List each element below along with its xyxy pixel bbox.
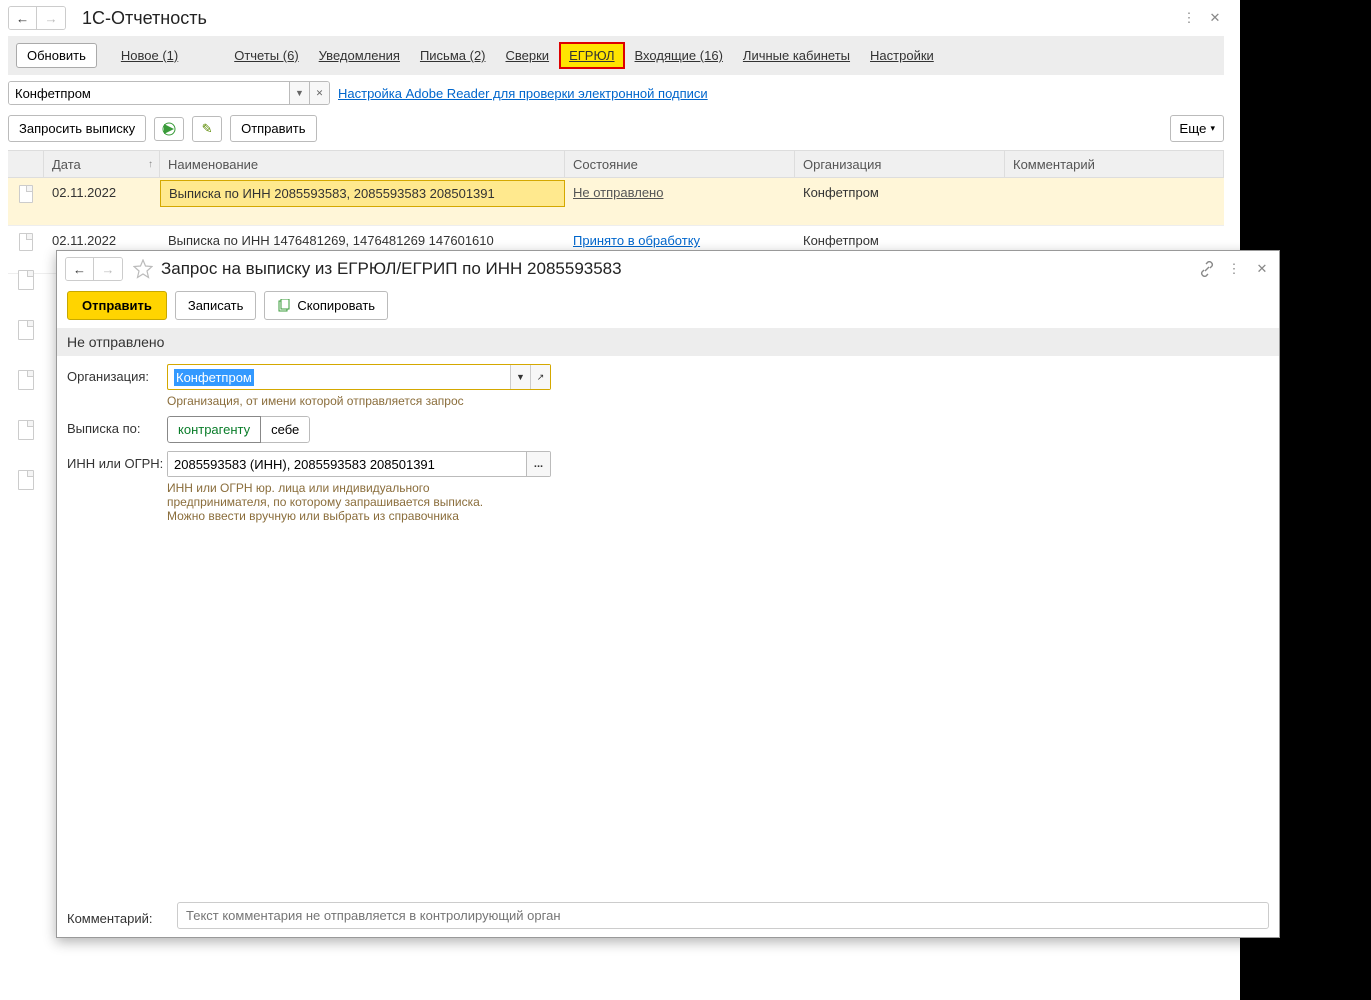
status-bar: Не отправлено bbox=[57, 328, 1279, 356]
document-icon bbox=[18, 420, 34, 440]
org-label: Организация: bbox=[67, 364, 167, 384]
by-label: Выписка по: bbox=[67, 416, 167, 436]
chevron-down-icon: ▾ bbox=[1210, 123, 1215, 134]
comment-label: Комментарий: bbox=[67, 906, 167, 926]
by-contractor-button[interactable]: контрагенту bbox=[167, 416, 261, 443]
state-link[interactable]: Принято в обработку bbox=[573, 233, 700, 248]
popup-close-icon[interactable]: ✕ bbox=[1253, 260, 1271, 278]
popup-back-button[interactable]: ← bbox=[66, 258, 94, 280]
request-popup: ← → Запрос на выписку из ЕГРЮЛ/ЕГРИП по … bbox=[56, 250, 1280, 938]
col-comment[interactable]: Комментарий bbox=[1005, 151, 1224, 177]
tab-incoming[interactable]: Входящие (16) bbox=[625, 48, 733, 63]
document-icon bbox=[18, 270, 34, 290]
tab-settings[interactable]: Настройки bbox=[860, 48, 944, 63]
table-row[interactable]: 02.11.2022 Выписка по ИНН 2085593583, 20… bbox=[8, 178, 1224, 226]
org-hint: Организация, от имени которой отправляет… bbox=[167, 394, 551, 408]
col-name[interactable]: Наименование bbox=[160, 151, 565, 177]
inn-input[interactable] bbox=[168, 452, 526, 476]
document-icon bbox=[18, 320, 34, 340]
refresh-icon-button[interactable] bbox=[154, 117, 184, 141]
popup-forward-button[interactable]: → bbox=[94, 258, 122, 280]
org-combo[interactable]: Конфетпром ▼ ↗ bbox=[167, 364, 551, 390]
org-filter-dropdown[interactable]: ▼ bbox=[289, 82, 309, 104]
extract-by-toggle: контрагенту себе bbox=[167, 416, 310, 443]
close-icon[interactable]: ✕ bbox=[1206, 9, 1224, 27]
inn-select-button[interactable]: ... bbox=[526, 452, 550, 476]
col-state[interactable]: Состояние bbox=[565, 151, 795, 177]
org-open-button[interactable]: ↗ bbox=[530, 365, 550, 389]
popup-save-button[interactable]: Записать bbox=[175, 291, 257, 320]
popup-nav: ← → bbox=[65, 257, 123, 281]
org-filter-clear[interactable]: ✕ bbox=[309, 82, 329, 104]
tab-letters[interactable]: Письма (2) bbox=[410, 48, 496, 63]
state-link[interactable]: Не отправлено bbox=[573, 185, 663, 200]
refresh-icon bbox=[162, 122, 176, 136]
star-icon[interactable] bbox=[133, 259, 153, 279]
popup-copy-button[interactable]: Скопировать bbox=[264, 291, 388, 320]
tab-cabinets[interactable]: Личные кабинеты bbox=[733, 48, 860, 63]
popup-send-button[interactable]: Отправить bbox=[67, 291, 167, 320]
forward-button[interactable]: → bbox=[37, 7, 65, 29]
col-org[interactable]: Организация bbox=[795, 151, 1005, 177]
document-icon bbox=[19, 185, 33, 203]
org-filter-combo[interactable]: ▼ ✕ bbox=[8, 81, 330, 105]
tab-notifications[interactable]: Уведомления bbox=[309, 48, 410, 63]
tab-egrul[interactable]: ЕГРЮЛ bbox=[559, 42, 624, 69]
popup-title: Запрос на выписку из ЕГРЮЛ/ЕГРИП по ИНН … bbox=[161, 259, 622, 279]
copy-icon bbox=[277, 299, 291, 313]
inn-combo[interactable]: ... bbox=[167, 451, 551, 477]
table-header: Дата↑ Наименование Состояние Организация… bbox=[8, 150, 1224, 178]
adobe-reader-link[interactable]: Настройка Adobe Reader для проверки элек… bbox=[338, 86, 708, 101]
tab-new[interactable]: Новое (1) bbox=[111, 48, 188, 63]
by-self-button[interactable]: себе bbox=[261, 416, 310, 443]
popup-more-icon[interactable]: ⋮ bbox=[1225, 260, 1243, 278]
more-icon[interactable]: ⋮ bbox=[1180, 9, 1198, 27]
tab-reports[interactable]: Отчеты (6) bbox=[224, 48, 308, 63]
inn-label: ИНН или ОГРН: bbox=[67, 451, 167, 471]
inn-hint: ИНН или ОГРН юр. лица или индивидуальног… bbox=[167, 481, 551, 523]
back-button[interactable]: ← bbox=[9, 7, 37, 29]
nav-buttons: ← → bbox=[8, 6, 66, 30]
col-date[interactable]: Дата↑ bbox=[44, 151, 160, 177]
tab-reconciliations[interactable]: Сверки bbox=[496, 48, 560, 63]
sort-asc-icon: ↑ bbox=[148, 159, 153, 170]
link-icon[interactable] bbox=[1199, 261, 1215, 277]
request-extract-button[interactable]: Запросить выписку bbox=[8, 115, 146, 142]
send-button[interactable]: Отправить bbox=[230, 115, 316, 142]
edit-button[interactable]: ✎ bbox=[192, 116, 222, 142]
document-icon bbox=[18, 370, 34, 390]
refresh-button[interactable]: Обновить bbox=[16, 43, 97, 68]
page-title: 1С-Отчетность bbox=[82, 8, 207, 29]
document-icon bbox=[19, 233, 33, 251]
more-dropdown[interactable]: Еще ▾ bbox=[1170, 115, 1224, 142]
document-icon bbox=[18, 470, 34, 490]
org-filter-input[interactable] bbox=[9, 82, 289, 104]
comment-input[interactable] bbox=[177, 902, 1269, 929]
org-dropdown-button[interactable]: ▼ bbox=[510, 365, 530, 389]
